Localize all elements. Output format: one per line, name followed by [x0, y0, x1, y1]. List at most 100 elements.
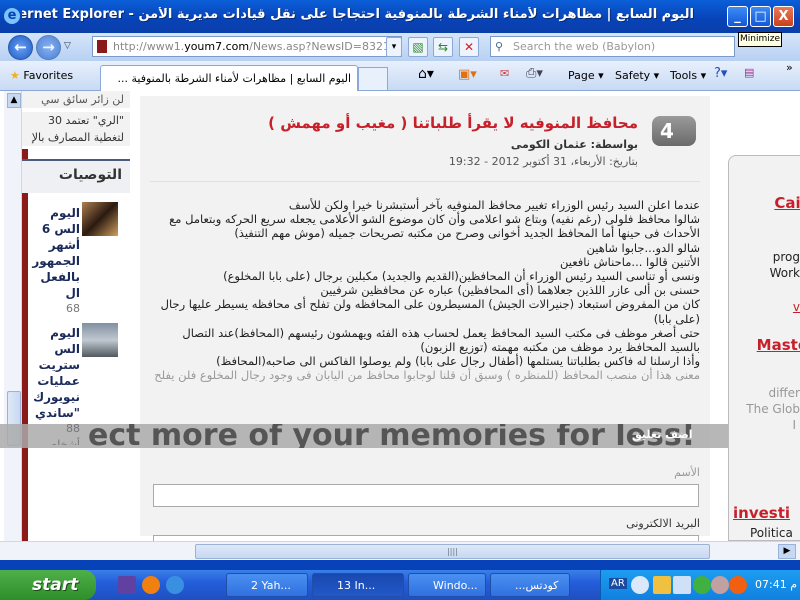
forward-button[interactable]: →: [36, 35, 61, 60]
body-line: شالوا محافظ فلولى (رغم نفيه) وبتاع شو اع…: [169, 212, 700, 241]
taskbar: start 2 Yah... 13 In... Windo... ...كودت…: [0, 570, 800, 600]
stop-icon[interactable]: ✕: [459, 37, 479, 57]
ads-column: Cair prog Work v Maste differ The Glob I…: [728, 155, 800, 541]
search-icon: ⚲: [495, 40, 504, 53]
window-title: اليوم السابع | مظاهرات لأمناء الشرطة بال…: [22, 7, 694, 22]
body-line: ونسى أو تناسى السيد رئيس الوزراء أن المح…: [223, 269, 700, 284]
title-bar: e اليوم السابع | مظاهرات لأمناء الشرطة ب…: [0, 0, 800, 33]
safety-menu[interactable]: Safety ▾: [615, 69, 659, 82]
comment-article: 4 محافظ المنوفيه لا يقرأ طلباتنا ( مغيب …: [140, 96, 710, 536]
scroll-up-icon[interactable]: ▲: [7, 93, 21, 108]
comment-number-badge: 4: [652, 116, 696, 146]
comment-author: بواسطة: عثمان الكومى: [510, 138, 638, 151]
minimize-tooltip: Minimize: [738, 32, 782, 47]
news-thumbnail[interactable]: [82, 202, 118, 236]
taskbar-messenger-button[interactable]: Windo...: [408, 573, 486, 597]
name-input[interactable]: [153, 484, 699, 507]
rss-feed-icon[interactable]: ▣▾: [458, 67, 477, 82]
ad-link[interactable]: v: [793, 300, 800, 314]
quicklaunch-app-icon[interactable]: [118, 576, 136, 594]
comment-date: بتاريخ: الأربعاء، 31 أكتوبر 2012 - 19:32: [448, 155, 638, 168]
quicklaunch-messenger-icon[interactable]: [142, 576, 160, 594]
tray-volume-icon[interactable]: [711, 576, 729, 594]
tab-row: ★ Favorites اليوم السابع | مظاهرات لأمنا…: [0, 61, 800, 91]
recommendation-item[interactable]: اليوم الس ستريت عمليات نيويورك "ساندي 88…: [28, 325, 80, 445]
tray-messenger-icon[interactable]: [693, 576, 711, 594]
start-button[interactable]: start: [0, 570, 96, 600]
favorites-label: Favorites: [23, 69, 74, 82]
add-comment-heading: اضف تعليق: [632, 428, 693, 441]
scroll-right-icon[interactable]: ▶: [778, 544, 796, 559]
tray-app-icon[interactable]: [729, 576, 747, 594]
ad-link[interactable]: investi: [733, 504, 790, 522]
search-placeholder: Search the web (Babylon): [513, 40, 656, 53]
tray-mail-icon[interactable]: [653, 576, 671, 594]
vertical-scrollbar[interactable]: ▲: [4, 91, 22, 541]
ie-logo-icon: e: [4, 8, 20, 24]
recommendation-count: 88 أشخاص هذا: [43, 422, 80, 445]
body-line: حتى أصغر موظف فى مكتب السيد المحافظ يعمل…: [182, 325, 700, 355]
tray-network-icon[interactable]: [673, 576, 691, 594]
horizontal-scroll-thumb[interactable]: ||||: [195, 544, 710, 559]
email-label: البريد الالكترونى: [626, 517, 700, 530]
recommendation-title[interactable]: اليوم الس 6 أشهر الجمهور بالفعل ال: [28, 205, 80, 301]
comment-title: محافظ المنوفيه لا يقرأ طلباتنا ( مغيب أو…: [268, 114, 638, 132]
history-dropdown-icon[interactable]: ▽: [64, 41, 71, 51]
body-line: الأتنين قالوا ...ماحناش نافعين: [560, 254, 700, 269]
clock: 07:41 م: [755, 578, 798, 591]
news-snippet[interactable]: لن زائر سائق سي: [22, 91, 130, 108]
recommendation-count: 68 أشخاص هذا: [66, 302, 80, 315]
favorites-button[interactable]: ★ Favorites: [10, 69, 73, 82]
body-line: كان من المفروض استبعاد (جنيرالات الجيش) …: [160, 297, 700, 326]
taskbar-yahoo-button[interactable]: 2 Yah...: [226, 573, 308, 597]
recommendation-title[interactable]: اليوم الس ستريت عمليات نيويورك "ساندي: [28, 325, 80, 421]
home-icon[interactable]: ⌂▾: [418, 66, 434, 82]
print-icon[interactable]: ⎙▾: [526, 66, 543, 81]
close-button[interactable]: X: [773, 6, 794, 27]
page-content: لن زائر سائق سي "الري" تعتمد 30 لتغطية ا…: [0, 91, 800, 541]
address-dropdown-icon[interactable]: ▾: [386, 37, 402, 57]
mail-icon[interactable]: ✉: [500, 67, 509, 80]
star-icon: ★: [10, 69, 20, 82]
minimize-button[interactable]: _: [727, 6, 748, 27]
news-thumbnail[interactable]: [82, 323, 118, 357]
compatibility-view-icon[interactable]: ▧: [408, 37, 428, 57]
ad-link[interactable]: Cair: [774, 194, 800, 212]
page-menu[interactable]: Page ▾: [568, 69, 604, 82]
ad-link[interactable]: Maste: [757, 336, 800, 354]
tab-active[interactable]: اليوم السابع | مظاهرات لأمناء الشرطة بال…: [100, 65, 358, 91]
maximize-button[interactable]: □: [750, 6, 771, 27]
expand-tray-icon[interactable]: [631, 576, 649, 594]
body-line: حسنى بن ألى عازر اللذين جعلاهما (أى المح…: [320, 283, 700, 298]
window-frame: [0, 560, 800, 570]
news-snippet[interactable]: "الري" تعتمد 30: [22, 112, 130, 129]
recommendation-item[interactable]: اليوم الس 6 أشهر الجمهور بالفعل ال 68 أش…: [28, 205, 80, 315]
horizontal-scrollbar[interactable]: |||| ▶: [0, 541, 800, 560]
refresh-icon[interactable]: ⇆: [433, 37, 453, 57]
navigation-bar: ← → ▽ http://www1.youm7.com/News.asp?New…: [0, 33, 800, 61]
body-line: عندما اعلن السيد رئيس الوزراء تغيير محاف…: [288, 198, 700, 212]
tools-menu[interactable]: Tools ▾: [670, 69, 706, 82]
body-line: معنى هذا أن منصب المحافظ (للمنظره ) وسبق…: [154, 368, 700, 383]
ad-text: The Glob: [746, 402, 800, 416]
recommendations-heading: التوصيات: [22, 159, 130, 193]
new-tab-button[interactable]: [358, 67, 388, 91]
address-suffix: /News.asp?NewsID=832196&S: [249, 40, 401, 53]
ad-text: differ: [768, 386, 800, 400]
divider: [150, 181, 700, 182]
address-bar[interactable]: http://www1.youm7.com/News.asp?NewsID=83…: [92, 36, 402, 57]
body-line: شالو الدو...جابوا شاهين: [586, 240, 700, 255]
body-line: وأذا ارسلنا له فاكس بطلباتنا يستلمها (أط…: [216, 354, 700, 369]
help-icon[interactable]: ?▾: [714, 66, 727, 81]
back-button[interactable]: ←: [8, 35, 33, 60]
more-commands-icon[interactable]: »: [786, 61, 793, 74]
site-favicon-icon: [97, 40, 107, 53]
quicklaunch-ie-icon[interactable]: [166, 576, 184, 594]
search-input[interactable]: ⚲ Search the web (Babylon): [490, 36, 735, 57]
taskbar-ie-button[interactable]: 13 In...: [312, 573, 404, 597]
news-snippet[interactable]: لتغطية المصارف بالإ: [22, 129, 130, 146]
comment-body: عندما اعلن السيد رئيس الوزراء تغيير محاف…: [150, 198, 700, 383]
taskbar-folder-button[interactable]: ...كودتس: [490, 573, 570, 597]
language-indicator[interactable]: AR: [609, 578, 627, 589]
research-icon[interactable]: ▤: [744, 66, 754, 79]
